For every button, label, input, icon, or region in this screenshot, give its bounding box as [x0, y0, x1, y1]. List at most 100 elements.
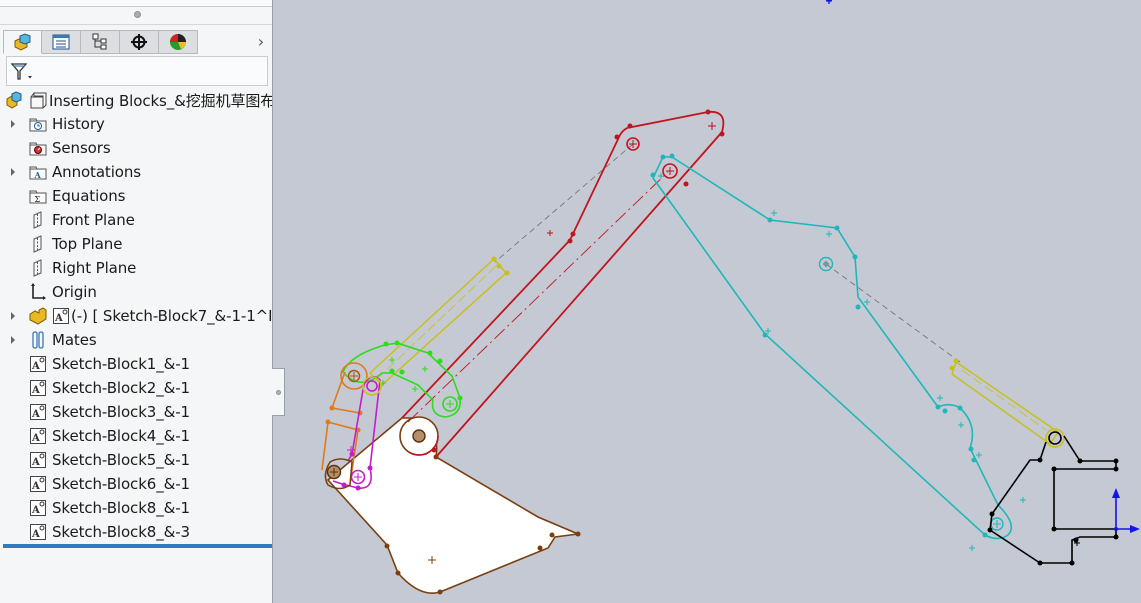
annotations-folder-icon: A [29, 166, 47, 180]
svg-text:A: A [31, 529, 40, 540]
tree-item-sensors[interactable]: Sensors [0, 136, 272, 160]
svg-text:A: A [54, 313, 63, 324]
tree-item-label: Right Plane [52, 259, 137, 277]
svg-text:A: A [31, 505, 40, 516]
tree-item-sketch-block8-1[interactable]: A Sketch-Block8_&-1 [0, 496, 272, 520]
stick-cylinder-centerline [825, 263, 961, 363]
assembly-icon [6, 91, 22, 109]
bucket-block[interactable] [326, 416, 582, 595]
tree-item-sketch-block8-3[interactable]: A Sketch-Block8_&-3 [0, 520, 272, 544]
tree-item-sketch-block7-1-1-ir[interactable]: A (-) [ Sketch-Block7_&-1-1^Ir [0, 304, 272, 328]
filter-funnel-icon[interactable] [10, 62, 34, 82]
tree-item-label: Sketch-Block4_&-1 [52, 427, 190, 445]
tab-display-manager[interactable] [159, 30, 198, 54]
sketch-block-icon: A [30, 476, 46, 492]
boom-block[interactable] [399, 109, 725, 458]
tree-item-label: Sketch-Block8_&-3 [52, 523, 190, 541]
base-frame-outline [989, 435, 1117, 564]
svg-text:A: A [31, 457, 40, 468]
tree-item-label: Sensors [52, 139, 111, 157]
tab-configuration-manager[interactable] [81, 30, 120, 54]
mates-icon [32, 331, 44, 349]
tab-property-manager[interactable] [42, 30, 81, 54]
expand-arrow-icon[interactable] [11, 168, 15, 176]
tree-item-front-plane[interactable]: Front Plane [0, 208, 272, 232]
tree-item-sketch-block4-1[interactable]: A Sketch-Block4_&-1 [0, 424, 272, 448]
tab-dimxpert-manager[interactable] [120, 30, 159, 54]
part-icon [29, 307, 47, 325]
tree-item-label: Sketch-Block1_&-1 [52, 355, 190, 373]
tree-item-sketch-block1-1[interactable]: A Sketch-Block1_&-1 [0, 352, 272, 376]
tree-item-history[interactable]: History [0, 112, 272, 136]
tree-filter-input[interactable] [6, 56, 268, 86]
tree-item-label: Mates [52, 331, 97, 349]
assembly-document-icon [30, 92, 47, 109]
color-ball-icon [170, 34, 186, 50]
tree-item-sketch-block5-1[interactable]: A Sketch-Block5_&-1 [0, 448, 272, 472]
svg-text:A: A [31, 409, 40, 420]
tree-root-label: Inserting Blocks_&挖掘机草图布 [49, 91, 272, 110]
tree-item-sketch-block3-1[interactable]: A Sketch-Block3_&-1 [0, 400, 272, 424]
tree-item-sketch-block6-1[interactable]: A Sketch-Block6_&-1 [0, 472, 272, 496]
tab-featuremanager-tree[interactable] [3, 30, 42, 54]
feature-manager-panel: › Inserting Blocks_&挖掘机草图布 History Sensor… [0, 0, 273, 603]
sketch-block-icon: A [30, 356, 46, 372]
svg-text:A: A [31, 481, 40, 492]
construction-lines [494, 143, 961, 363]
tree-rollback-bar[interactable] [3, 544, 272, 548]
svg-text:A: A [31, 385, 40, 396]
boom-inner-line [407, 171, 669, 423]
sketch-block-icon: A [30, 380, 46, 396]
tree-item-top-plane[interactable]: Top Plane [0, 232, 272, 256]
equations-folder-icon: Σ [29, 190, 47, 204]
stick-vertices [650, 153, 988, 538]
tree-item-right-plane[interactable]: Right Plane [0, 256, 272, 280]
plane-icon [33, 259, 42, 277]
boom-cylinder-block[interactable] [368, 256, 510, 387]
sketch-block-icon: A [30, 524, 46, 540]
bucket-outline [326, 417, 582, 594]
expand-arrow-icon[interactable] [11, 336, 15, 344]
tree-item-label: Origin [52, 283, 97, 301]
sketch-block-icon: A [30, 500, 46, 516]
manager-tabs [3, 30, 198, 55]
tree-item-mates[interactable]: Mates [0, 328, 272, 352]
history-folder-icon [29, 118, 47, 132]
sketch-scene[interactable] [273, 0, 1141, 603]
tree-item-label: Front Plane [52, 211, 135, 229]
stick-cylinder-block[interactable] [949, 358, 1065, 448]
expand-arrow-icon[interactable] [11, 312, 15, 320]
tree-item-label: Annotations [52, 163, 141, 181]
tree-item-label: Sketch-Block5_&-1 [52, 451, 190, 469]
tree-item-label: Top Plane [52, 235, 123, 253]
tree-item-equations[interactable]: Σ Equations [0, 184, 272, 208]
sketch-block-icon: A [30, 428, 46, 444]
panel-splitter-grip[interactable] [134, 11, 141, 18]
plane-icon [33, 235, 42, 253]
panel-top-strip [0, 0, 272, 7]
graphics-viewport[interactable] [273, 0, 1141, 603]
base-frame-block[interactable] [987, 435, 1119, 566]
tree-item-label: Sketch-Block2_&-1 [52, 379, 190, 397]
tree-item-annotations[interactable]: A Annotations [0, 160, 272, 184]
stick-center-marks [658, 173, 1026, 551]
panel-divider [0, 24, 272, 25]
coordinate-triad [1112, 488, 1140, 533]
more-tabs-button[interactable]: › [254, 33, 268, 51]
crosshair-target-icon [131, 34, 147, 50]
tree-item-label: Sketch-Block6_&-1 [52, 475, 190, 493]
svg-text:Σ: Σ [35, 195, 41, 204]
tree-item-origin[interactable]: Origin [0, 280, 272, 304]
tree-item-sketch-block2-1[interactable]: A Sketch-Block2_&-1 [0, 376, 272, 400]
sketch-block-icon: A [30, 404, 46, 420]
expand-arrow-icon[interactable] [11, 120, 15, 128]
bucket-pivot-pin [412, 429, 426, 443]
view-origin-marker [826, 0, 832, 4]
stick-block[interactable] [650, 153, 1027, 552]
sketch-block-icon: A [30, 452, 46, 468]
tree-item-label: Equations [52, 187, 126, 205]
tree-root-assembly[interactable]: Inserting Blocks_&挖掘机草图布 [0, 88, 272, 112]
svg-text:A: A [31, 361, 40, 372]
stick-outline [652, 156, 1013, 540]
origin-icon [31, 283, 46, 300]
